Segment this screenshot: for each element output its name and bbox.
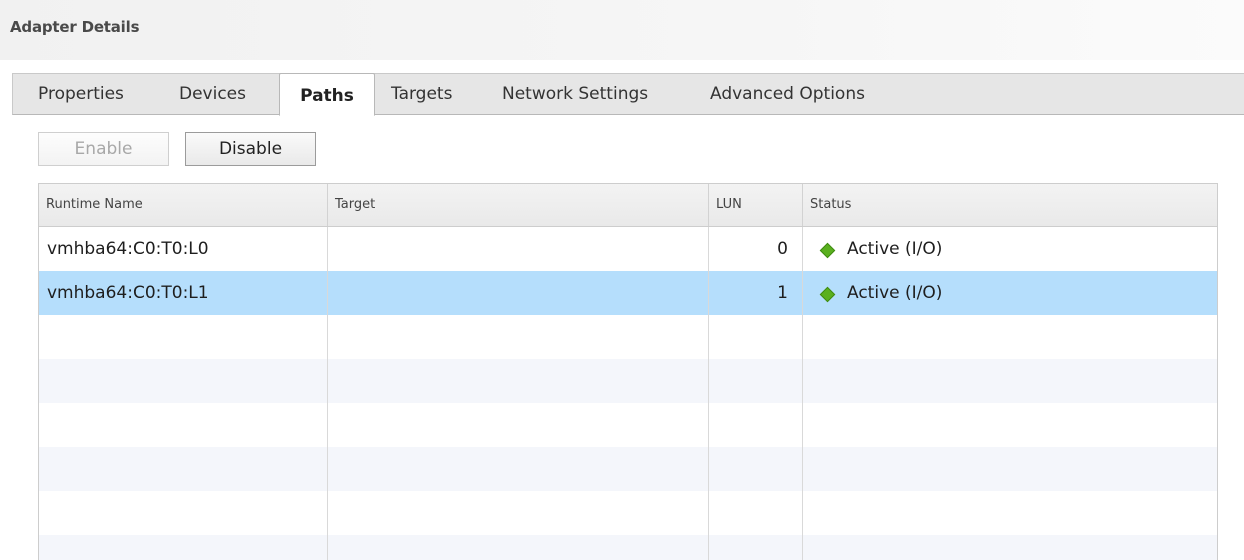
table-header: Runtime Name Target LUN Status (39, 184, 1217, 227)
status-label: Active (I/O) (847, 239, 943, 259)
column-header-target[interactable]: Target (328, 184, 709, 226)
table-row-selected[interactable]: vmhba64:C0:T0:L1 1 Active (I/O) (39, 271, 1217, 315)
lun-cell: 0 (709, 227, 803, 271)
lun-cell: 1 (709, 271, 803, 315)
empty-row (39, 359, 1217, 403)
tab-network-settings[interactable]: Network Settings (502, 74, 648, 115)
status-cell: Active (I/O) (803, 227, 1217, 271)
empty-cell (39, 447, 328, 491)
empty-cell (39, 359, 328, 403)
tab-properties[interactable]: Properties (38, 74, 124, 115)
empty-cell (328, 447, 709, 491)
empty-cell (709, 491, 803, 535)
empty-cell (709, 535, 803, 560)
column-header-status[interactable]: Status (803, 184, 1217, 226)
empty-row (39, 315, 1217, 359)
empty-cell (709, 403, 803, 447)
status-label: Active (I/O) (847, 283, 943, 303)
tab-paths[interactable]: Paths (279, 73, 375, 116)
runtime-name-cell: vmhba64:C0:T0:L0 (39, 227, 328, 271)
empty-cell (328, 403, 709, 447)
empty-row (39, 447, 1217, 491)
green-diamond-icon (819, 286, 836, 303)
disable-button[interactable]: Disable (185, 132, 316, 166)
empty-row (39, 535, 1217, 560)
empty-cell (709, 447, 803, 491)
enable-button[interactable]: Enable (38, 132, 169, 166)
empty-row (39, 491, 1217, 535)
empty-cell (39, 315, 328, 359)
target-cell (328, 227, 709, 271)
tab-advanced-options[interactable]: Advanced Options (710, 74, 865, 115)
tab-devices[interactable]: Devices (179, 74, 246, 115)
empty-cell (39, 535, 328, 560)
page-title: Adapter Details (10, 18, 140, 36)
empty-cell (709, 359, 803, 403)
table-row[interactable]: vmhba64:C0:T0:L0 0 Active (I/O) (39, 227, 1217, 271)
empty-cell (39, 403, 328, 447)
empty-cell (328, 535, 709, 560)
runtime-name-cell: vmhba64:C0:T0:L1 (39, 271, 328, 315)
status-cell: Active (I/O) (803, 271, 1217, 315)
empty-cell (328, 491, 709, 535)
green-diamond-icon (819, 242, 836, 259)
empty-cell (328, 315, 709, 359)
tab-targets[interactable]: Targets (391, 74, 452, 115)
empty-cell (709, 315, 803, 359)
empty-cell (328, 359, 709, 403)
column-header-lun[interactable]: LUN (709, 184, 803, 226)
column-header-runtime-name[interactable]: Runtime Name (39, 184, 328, 226)
empty-row (39, 403, 1217, 447)
panel-header: Adapter Details (0, 0, 1244, 60)
tab-bar: Properties Devices Paths Targets Network… (12, 73, 1244, 116)
target-cell (328, 271, 709, 315)
empty-cell (39, 491, 328, 535)
paths-table: Runtime Name Target LUN Status vmhba64:C… (38, 183, 1218, 560)
